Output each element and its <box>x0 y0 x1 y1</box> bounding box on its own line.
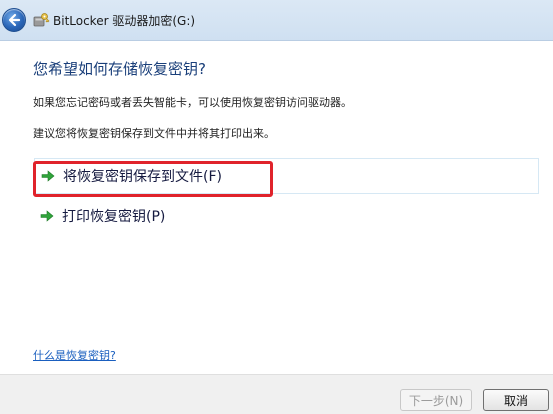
description-text: 如果您忘记密码或者丢失智能卡，可以使用恢复密钥访问驱动器。 <box>33 96 352 109</box>
bitlocker-key-icon <box>33 13 50 27</box>
green-arrow-icon <box>40 210 54 222</box>
green-arrow-icon <box>41 170 55 182</box>
window-title: BitLocker 驱动器加密(G:) <box>53 14 196 28</box>
what-is-recovery-key-link[interactable]: 什么是恢复密钥? <box>33 347 116 363</box>
button-bar: 下一步(N) 取消 <box>0 374 553 414</box>
recommendation-text: 建议您将恢复密钥保存到文件中并将其打印出来。 <box>33 127 275 140</box>
print-key-option[interactable]: 打印恢复密钥(P) <box>34 198 539 234</box>
page-heading: 您希望如何存储恢复密钥? <box>33 60 206 78</box>
main-content: 您希望如何存储恢复密钥? 如果您忘记密码或者丢失智能卡，可以使用恢复密钥访问驱动… <box>0 41 553 374</box>
cancel-button[interactable]: 取消 <box>483 389 549 411</box>
title-bar: BitLocker 驱动器加密(G:) <box>0 0 553 41</box>
next-button[interactable]: 下一步(N) <box>400 389 472 411</box>
back-arrow-icon <box>8 13 21 27</box>
save-to-file-option[interactable]: 将恢复密钥保存到文件(F) <box>34 158 539 194</box>
print-key-label: 打印恢复密钥(P) <box>62 209 166 225</box>
save-to-file-label: 将恢复密钥保存到文件(F) <box>63 169 222 185</box>
back-button[interactable] <box>2 8 26 32</box>
